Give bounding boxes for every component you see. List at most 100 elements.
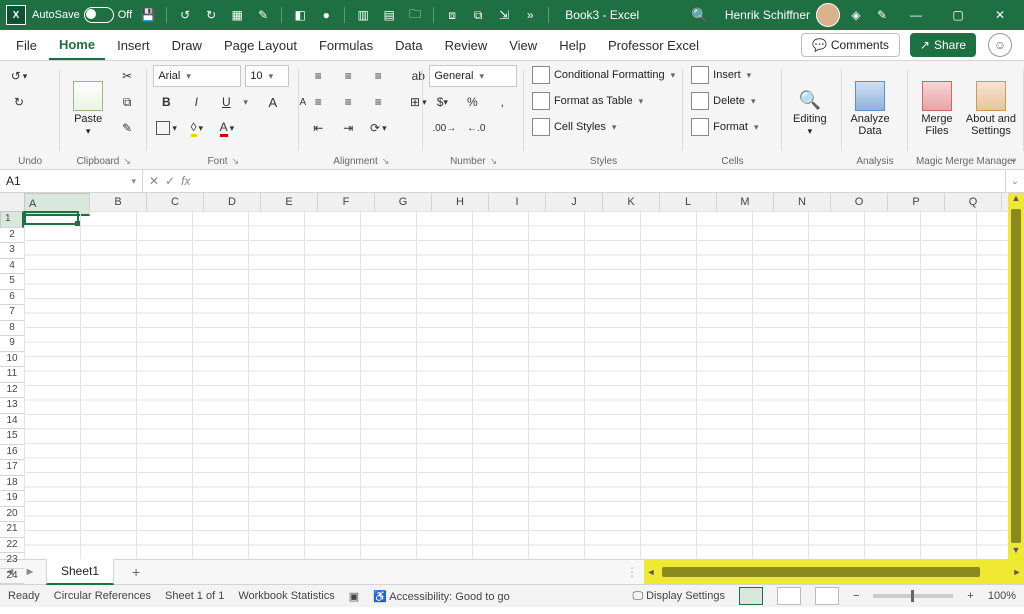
row-header-4[interactable]: 4 xyxy=(0,259,24,275)
coming-soon-icon[interactable]: ✎ xyxy=(872,5,892,25)
italic-button[interactable]: I xyxy=(183,91,209,113)
clipboard-launcher-icon[interactable]: ↘ xyxy=(123,156,131,167)
number-format-select[interactable]: General xyxy=(429,65,517,87)
menu-data[interactable]: Data xyxy=(385,30,432,60)
new-sheet-button[interactable]: + xyxy=(124,564,148,580)
qat-icon-5[interactable]: ▥ xyxy=(353,5,373,25)
close-button[interactable]: ✕ xyxy=(982,0,1018,30)
orientation-button[interactable]: ⟳▾ xyxy=(365,117,391,139)
sheet-tab-sheet1[interactable]: Sheet1 xyxy=(46,559,114,585)
fill-color-button[interactable]: ◊▾ xyxy=(184,117,210,139)
column-header-G[interactable]: G xyxy=(375,193,432,211)
minimize-button[interactable]: — xyxy=(898,0,934,30)
bold-button[interactable]: B xyxy=(153,91,179,113)
share-button[interactable]: ↗ Share xyxy=(910,33,976,57)
zoom-out-button[interactable]: − xyxy=(853,590,859,602)
format-as-table-button[interactable]: Format as Table xyxy=(530,91,677,111)
editing-button[interactable]: 🔍 Editing ▾ xyxy=(788,65,832,137)
maximize-button[interactable]: ▢ xyxy=(940,0,976,30)
cells-area[interactable] xyxy=(24,211,1008,559)
column-header-I[interactable]: I xyxy=(489,193,546,211)
column-header-O[interactable]: O xyxy=(831,193,888,211)
fx-icon[interactable]: fx xyxy=(181,174,190,188)
font-color-button[interactable]: A▾ xyxy=(214,117,240,139)
status-workbook-stats[interactable]: Workbook Statistics xyxy=(238,590,334,602)
menu-home[interactable]: Home xyxy=(49,30,105,60)
qat-overflow-icon[interactable]: » xyxy=(520,5,540,25)
analyze-data-button[interactable]: Analyze Data xyxy=(848,65,892,137)
name-box[interactable]: A1 ▾ xyxy=(0,170,143,192)
qat-icon-2[interactable]: ✎ xyxy=(253,5,273,25)
scroll-right-icon[interactable]: ► xyxy=(1010,567,1024,577)
account-button[interactable]: Henrik Schiffner xyxy=(725,3,840,27)
row-header-16[interactable]: 16 xyxy=(0,445,24,461)
column-header-C[interactable]: C xyxy=(147,193,204,211)
copy-button[interactable]: ⧉ xyxy=(114,91,140,113)
row-header-22[interactable]: 22 xyxy=(0,538,24,554)
expand-formula-bar-button[interactable]: ⌄ xyxy=(1005,170,1024,192)
qat-icon-7[interactable]: 🗀 xyxy=(405,5,425,25)
zoom-in-button[interactable]: + xyxy=(967,590,973,602)
menu-professor-excel[interactable]: Professor Excel xyxy=(598,30,709,60)
enter-formula-icon[interactable]: ✓ xyxy=(165,174,175,188)
formula-input[interactable] xyxy=(196,170,1005,192)
alignment-launcher-icon[interactable]: ↘ xyxy=(382,156,390,167)
vscroll-thumb[interactable] xyxy=(1011,209,1021,543)
font-name-select[interactable]: Arial xyxy=(153,65,241,87)
row-header-3[interactable]: 3 xyxy=(0,243,24,259)
align-top-button[interactable]: ≡ xyxy=(305,65,331,87)
scroll-up-icon[interactable]: ▲ xyxy=(1012,193,1021,207)
qat-icon-1[interactable]: ▦ xyxy=(227,5,247,25)
row-header-21[interactable]: 21 xyxy=(0,522,24,538)
column-header-J[interactable]: J xyxy=(546,193,603,211)
align-right-button[interactable]: ≡ xyxy=(365,91,391,113)
menu-review[interactable]: Review xyxy=(435,30,498,60)
scroll-down-icon[interactable]: ▼ xyxy=(1012,545,1021,559)
increase-indent-button[interactable]: ⇥ xyxy=(335,117,361,139)
undo-button[interactable]: ↺▾ xyxy=(6,65,32,87)
column-header-B[interactable]: B xyxy=(90,193,147,211)
qat-icon-3[interactable]: ◧ xyxy=(290,5,310,25)
undo-icon[interactable]: ↺ xyxy=(175,5,195,25)
scroll-left-icon[interactable]: ◄ xyxy=(644,567,658,577)
comments-button[interactable]: 💬 Comments xyxy=(801,33,900,57)
column-header-E[interactable]: E xyxy=(261,193,318,211)
percent-format-button[interactable]: % xyxy=(459,91,485,113)
row-header-6[interactable]: 6 xyxy=(0,290,24,306)
increase-decimal-button[interactable]: .00→ xyxy=(429,117,459,139)
column-header-F[interactable]: F xyxy=(318,193,375,211)
qat-icon-8[interactable]: ⧈ xyxy=(442,5,462,25)
cell-styles-button[interactable]: Cell Styles xyxy=(530,117,677,137)
display-settings-button[interactable]: 🖵 Display Settings xyxy=(632,590,725,603)
align-bottom-button[interactable]: ≡ xyxy=(365,65,391,87)
active-cell[interactable] xyxy=(24,211,79,225)
decrease-decimal-button[interactable]: ←.0 xyxy=(463,117,489,139)
merge-files-button[interactable]: Merge Files xyxy=(914,65,960,137)
menu-file[interactable]: File xyxy=(6,30,47,60)
normal-view-button[interactable] xyxy=(739,587,763,605)
cut-button[interactable]: ✂ xyxy=(114,65,140,87)
menu-formulas[interactable]: Formulas xyxy=(309,30,383,60)
row-header-14[interactable]: 14 xyxy=(0,414,24,430)
row-header-23[interactable]: 23 xyxy=(0,553,24,569)
row-header-18[interactable]: 18 xyxy=(0,476,24,492)
font-size-select[interactable]: 10 xyxy=(245,65,289,87)
column-header-H[interactable]: H xyxy=(432,193,489,211)
column-header-M[interactable]: M xyxy=(717,193,774,211)
row-header-11[interactable]: 11 xyxy=(0,367,24,383)
align-left-button[interactable]: ≡ xyxy=(305,91,331,113)
menu-help[interactable]: Help xyxy=(549,30,596,60)
column-header-L[interactable]: L xyxy=(660,193,717,211)
zoom-level[interactable]: 100% xyxy=(988,590,1016,602)
insert-cells-button[interactable]: Insert xyxy=(689,65,760,85)
row-header-12[interactable]: 12 xyxy=(0,383,24,399)
format-painter-button[interactable]: ✎ xyxy=(114,117,140,139)
row-header-9[interactable]: 9 xyxy=(0,336,24,352)
zoom-slider[interactable] xyxy=(873,594,953,598)
tab-split-handle[interactable]: ⋮ xyxy=(626,565,638,579)
row-header-20[interactable]: 20 xyxy=(0,507,24,523)
conditional-formatting-button[interactable]: Conditional Formatting xyxy=(530,65,677,85)
column-header-D[interactable]: D xyxy=(204,193,261,211)
row-header-2[interactable]: 2 xyxy=(0,228,24,244)
row-header-17[interactable]: 17 xyxy=(0,460,24,476)
